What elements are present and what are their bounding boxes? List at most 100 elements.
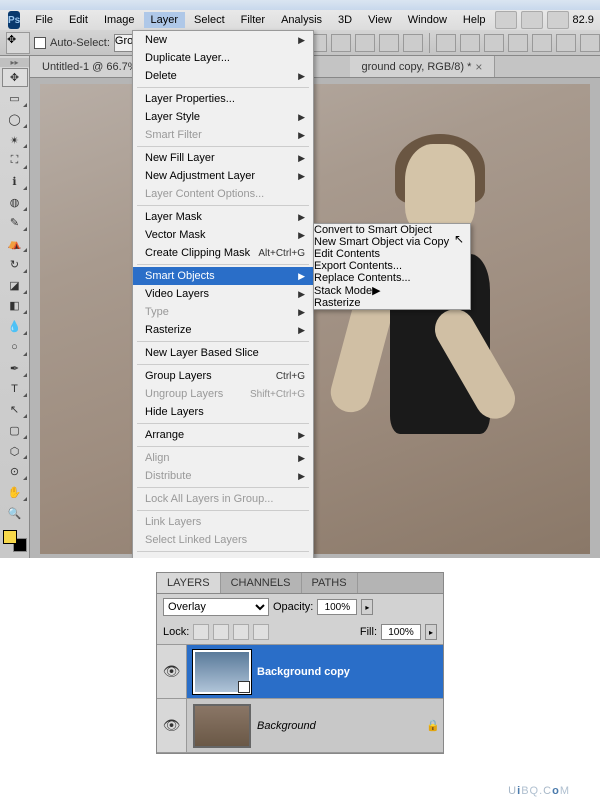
- align-top-icon[interactable]: [355, 34, 375, 52]
- layer-name[interactable]: Background copy: [257, 666, 443, 678]
- zoom-value[interactable]: 82.9: [573, 14, 594, 26]
- auto-align-icon[interactable]: [580, 34, 600, 52]
- menu-item-new-fill-layer[interactable]: New Fill Layer▶: [133, 149, 313, 167]
- layer-thumbnail[interactable]: [193, 650, 251, 694]
- shape-tool[interactable]: ▢: [2, 421, 28, 440]
- magic-wand-tool[interactable]: ✴: [2, 131, 28, 150]
- dodge-tool[interactable]: ○: [2, 338, 28, 357]
- menu-item-merge-down[interactable]: Merge DownCtrl+E: [133, 554, 313, 558]
- type-tool[interactable]: T: [2, 380, 28, 399]
- foreground-color[interactable]: [3, 530, 17, 544]
- layer-thumbnail[interactable]: [193, 704, 251, 748]
- distribute-icon-6[interactable]: [556, 34, 576, 52]
- crop-tool[interactable]: ⛶: [2, 151, 28, 170]
- autoselect-checkbox[interactable]: [34, 37, 46, 49]
- menu-item-rasterize[interactable]: Rasterize▶: [133, 321, 313, 339]
- menu-help[interactable]: Help: [456, 12, 493, 28]
- menu-item-layer-mask[interactable]: Layer Mask▶: [133, 208, 313, 226]
- menu-item-group-layers[interactable]: Group LayersCtrl+G: [133, 367, 313, 385]
- menu-item-delete[interactable]: Delete▶: [133, 67, 313, 85]
- menu-analysis[interactable]: Analysis: [274, 12, 329, 28]
- menu-filter[interactable]: Filter: [234, 12, 272, 28]
- panel-expand-icon[interactable]: ▸▸: [0, 58, 29, 67]
- layer-row-background-copy[interactable]: 👁 Background copy: [157, 645, 443, 699]
- menu-window[interactable]: Window: [401, 12, 454, 28]
- menu-item-layer-style[interactable]: Layer Style▶: [133, 108, 313, 126]
- opacity-slider-icon[interactable]: ▸: [361, 599, 373, 615]
- lock-transparency-icon[interactable]: [193, 624, 209, 640]
- hand-tool[interactable]: ✋: [2, 483, 28, 502]
- menu-item-vector-mask[interactable]: Vector Mask▶: [133, 226, 313, 244]
- submenu-item-convert-to-smart-object[interactable]: Convert to Smart Object↖: [314, 224, 470, 236]
- eyedropper-tool[interactable]: ℹ: [2, 172, 28, 191]
- tab-channels[interactable]: CHANNELS: [221, 573, 302, 593]
- menu-item-new-layer-based-slice[interactable]: New Layer Based Slice: [133, 344, 313, 362]
- menu-file[interactable]: File: [28, 12, 60, 28]
- menu-item-new[interactable]: New▶: [133, 31, 313, 49]
- move-tool-icon[interactable]: ✥: [6, 32, 30, 54]
- lock-position-icon[interactable]: [233, 624, 249, 640]
- clone-stamp-tool[interactable]: ⛺: [2, 234, 28, 253]
- pen-tool[interactable]: ✒: [2, 359, 28, 378]
- path-select-tool[interactable]: ↖: [2, 400, 28, 419]
- distribute-icon[interactable]: [436, 34, 456, 52]
- tab-paths[interactable]: PATHS: [302, 573, 358, 593]
- brush-tool[interactable]: ✎: [2, 214, 28, 233]
- distribute-icon-3[interactable]: [484, 34, 504, 52]
- menu-edit[interactable]: Edit: [62, 12, 95, 28]
- lock-pixels-icon[interactable]: [213, 624, 229, 640]
- visibility-toggle[interactable]: 👁: [157, 699, 187, 752]
- menu-item-layer-properties-[interactable]: Layer Properties...: [133, 90, 313, 108]
- 3d-camera-tool[interactable]: ⊙: [2, 462, 28, 481]
- menu-item-smart-objects[interactable]: Smart Objects▶: [133, 267, 313, 285]
- menu-view[interactable]: View: [361, 12, 399, 28]
- align-bottom-icon[interactable]: [403, 34, 423, 52]
- menu-item-video-layers[interactable]: Video Layers▶: [133, 285, 313, 303]
- menu-item-duplicate-layer-[interactable]: Duplicate Layer...: [133, 49, 313, 67]
- menu-3d[interactable]: 3D: [331, 12, 359, 28]
- zoom-tool[interactable]: 🔍: [2, 504, 28, 523]
- screen-mode-icon[interactable]: [547, 11, 569, 29]
- opacity-input[interactable]: 100%: [317, 599, 357, 615]
- tab-layers[interactable]: LAYERS: [157, 573, 221, 593]
- color-swatch[interactable]: [3, 530, 27, 552]
- menu-item-create-clipping-mask[interactable]: Create Clipping MaskAlt+Ctrl+G: [133, 244, 313, 262]
- menu-select[interactable]: Select: [187, 12, 232, 28]
- menu-image[interactable]: Image: [97, 12, 142, 28]
- menu-item-arrange[interactable]: Arrange▶: [133, 426, 313, 444]
- menu-item-ungroup-layers: Ungroup LayersShift+Ctrl+G: [133, 385, 313, 403]
- align-center-v-icon[interactable]: [379, 34, 399, 52]
- distribute-icon-4[interactable]: [508, 34, 528, 52]
- menu-item-hide-layers[interactable]: Hide Layers: [133, 403, 313, 421]
- marquee-tool[interactable]: ▭: [2, 89, 28, 108]
- gradient-tool[interactable]: ◧: [2, 297, 28, 316]
- doc-tab-2[interactable]: ground copy, RGB/8) * ×: [350, 56, 496, 77]
- healing-brush-tool[interactable]: ◍: [2, 193, 28, 212]
- blur-tool[interactable]: 💧: [2, 317, 28, 336]
- visibility-toggle[interactable]: 👁: [157, 645, 187, 698]
- launch-bridge-icon[interactable]: [495, 11, 517, 29]
- fill-input[interactable]: 100%: [381, 624, 421, 640]
- distribute-icon-2[interactable]: [460, 34, 480, 52]
- fill-slider-icon[interactable]: ▸: [425, 624, 437, 640]
- distribute-icon-5[interactable]: [532, 34, 552, 52]
- autoselect-label: Auto-Select:: [50, 37, 110, 49]
- canvas[interactable]: [40, 84, 590, 554]
- lasso-tool[interactable]: ◯: [2, 110, 28, 129]
- submenu-item-export-contents-: Export Contents...: [314, 260, 470, 272]
- menu-layer[interactable]: Layer: [144, 12, 186, 28]
- layers-panel-screenshot: LAYERS CHANNELS PATHS Overlay Opacity: 1…: [0, 572, 600, 754]
- move-tool[interactable]: ✥: [2, 68, 28, 87]
- close-icon[interactable]: ×: [475, 60, 482, 74]
- 3d-tool[interactable]: ⬡: [2, 442, 28, 461]
- menu-item-type: Type▶: [133, 303, 313, 321]
- view-extras-icon[interactable]: [521, 11, 543, 29]
- blend-mode-select[interactable]: Overlay: [163, 598, 269, 616]
- menu-item-new-adjustment-layer[interactable]: New Adjustment Layer▶: [133, 167, 313, 185]
- eraser-tool[interactable]: ◪: [2, 276, 28, 295]
- lock-all-icon[interactable]: [253, 624, 269, 640]
- layer-name[interactable]: Background: [257, 720, 423, 732]
- history-brush-tool[interactable]: ↻: [2, 255, 28, 274]
- layer-row-background[interactable]: 👁 Background 🔒: [157, 699, 443, 753]
- align-right-icon[interactable]: [331, 34, 351, 52]
